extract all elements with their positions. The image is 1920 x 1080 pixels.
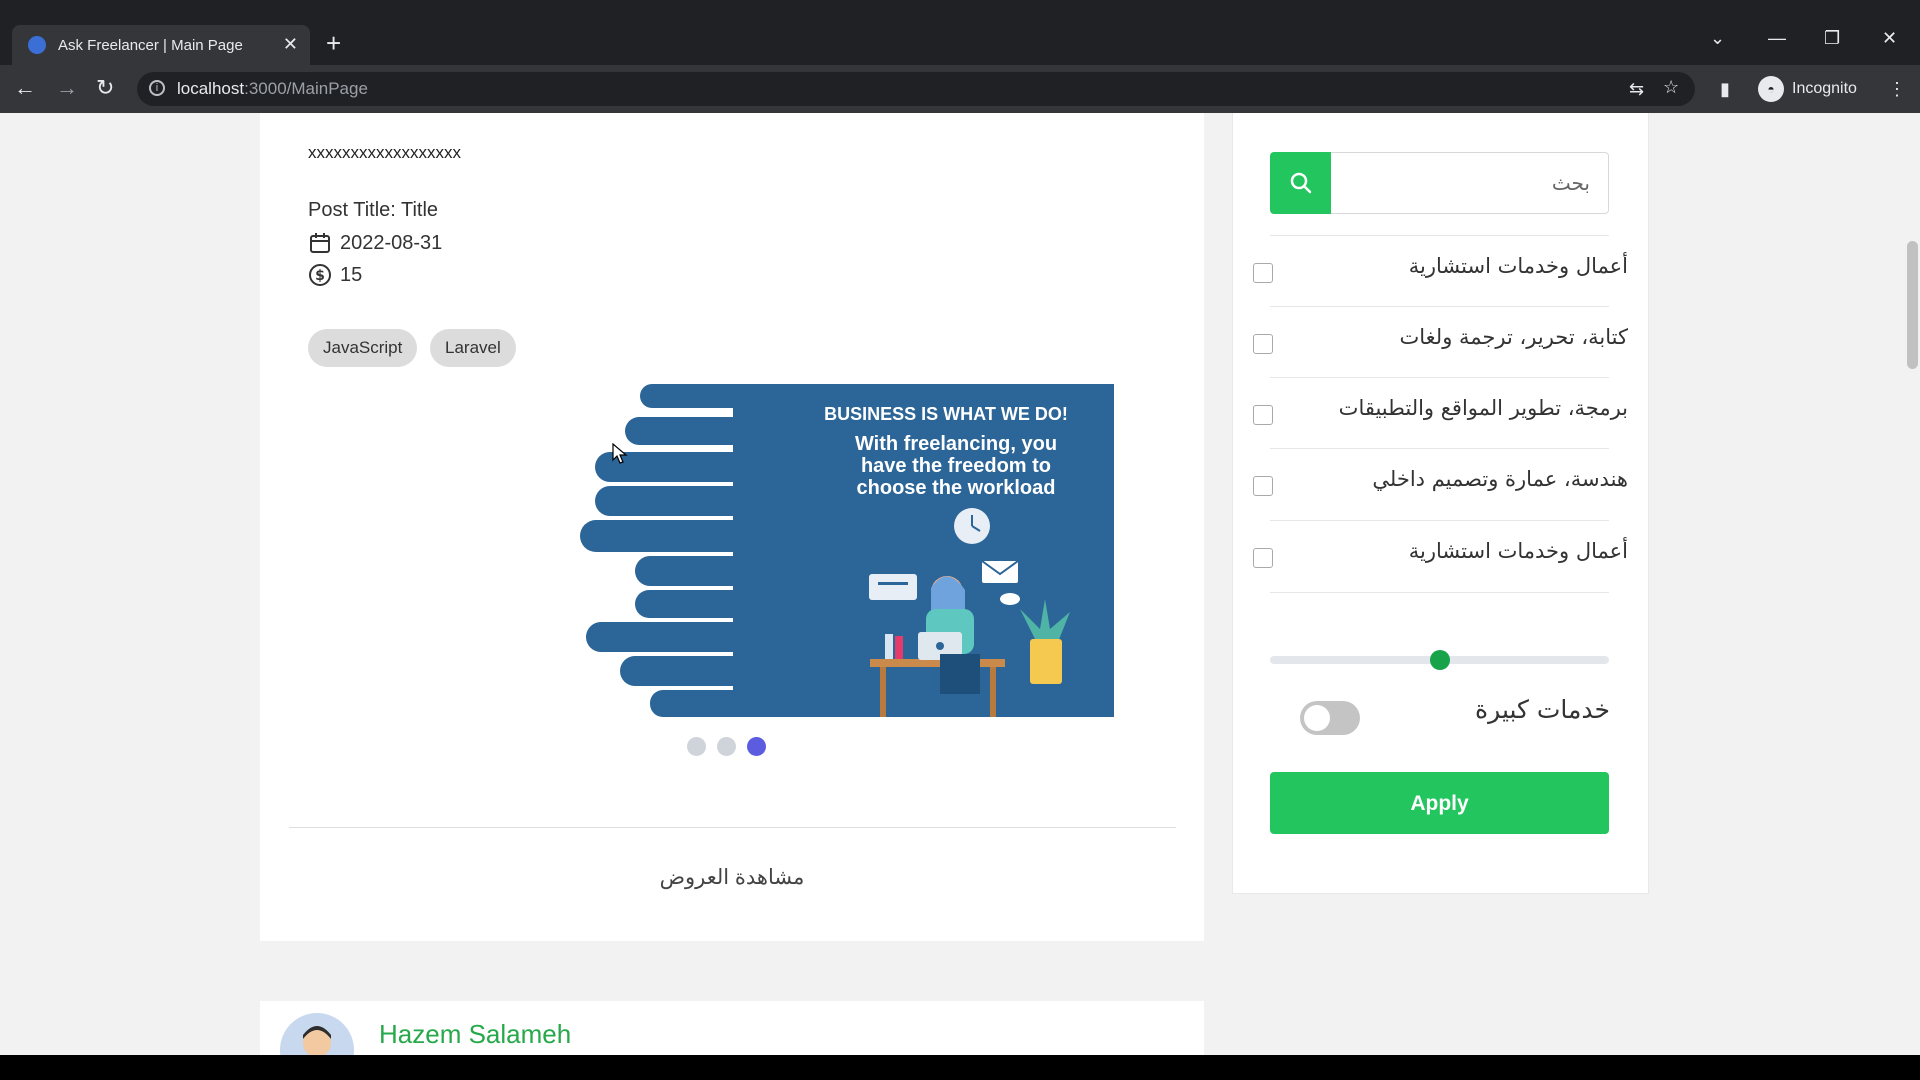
card-divider: [289, 827, 1176, 828]
big-services-toggle[interactable]: [1300, 701, 1360, 735]
translate-icon[interactable]: ⇆: [1629, 79, 1644, 100]
site-info-icon[interactable]: i: [149, 80, 165, 96]
big-services-label: خدمات كبيرة: [1475, 695, 1610, 724]
window-close-icon[interactable]: ✕: [1882, 28, 1897, 49]
category-label: هندسة، عمارة وتصميم داخلي: [1372, 467, 1628, 491]
side-panel-icon[interactable]: ▮: [1720, 79, 1730, 100]
tag-chip-javascript[interactable]: JavaScript: [308, 329, 418, 367]
category-item[interactable]: هندسة، عمارة وتصميم داخلي: [1253, 448, 1628, 520]
carousel-dot-3[interactable]: [747, 737, 766, 756]
post-date: 2022-08-31: [340, 231, 443, 254]
banner-line-3: choose the workload: [857, 477, 1056, 499]
category-label: برمجة، تطوير المواقع والتطبيقات: [1338, 396, 1628, 420]
address-bar[interactable]: i localhost:3000/MainPage ⇆ ☆: [137, 72, 1695, 106]
url-path: :3000/MainPage: [244, 79, 368, 98]
slider-handle[interactable]: [1429, 650, 1450, 670]
post-banner-image: BUSINESS IS WHAT WE DO! With freelancing…: [580, 384, 1114, 717]
filter-sidebar: أعمال وخدمات استشارية كتابة، تحرير، ترجم…: [1232, 113, 1649, 894]
url-text: localhost:3000/MainPage: [177, 79, 368, 99]
page-viewport: xxxxxxxxxxxxxxxxxx Post Title: Title 202…: [0, 113, 1920, 1055]
category-checkbox[interactable]: [1253, 405, 1273, 425]
post-price-row: $ 15: [308, 263, 362, 287]
category-list-end: [1270, 592, 1609, 593]
toggle-knob: [1304, 705, 1330, 731]
search-box: [1270, 152, 1609, 214]
carousel-dot-1[interactable]: [687, 737, 706, 756]
post-title: Post Title: Title: [308, 199, 439, 221]
view-offers-link[interactable]: مشاهدة العروض: [260, 865, 1204, 890]
next-post-card: Hazem Salameh: [260, 1001, 1204, 1055]
page-scrollbar-thumb[interactable]: [1907, 241, 1918, 369]
screen-bottom-bar: [0, 1055, 1920, 1080]
new-tab-button[interactable]: +: [326, 30, 341, 56]
category-label: أعمال وخدمات استشارية: [1408, 539, 1628, 563]
carousel-dot-2[interactable]: [717, 737, 736, 756]
forward-icon[interactable]: →: [56, 77, 78, 99]
apply-button[interactable]: Apply: [1270, 772, 1609, 834]
search-icon: [1290, 172, 1311, 194]
post-date-row: 2022-08-31: [308, 231, 442, 255]
category-item[interactable]: كتابة، تحرير، ترجمة ولغات: [1253, 306, 1628, 378]
category-item[interactable]: برمجة، تطوير المواقع والتطبيقات: [1253, 377, 1628, 449]
incognito-icon: ◓: [1758, 76, 1784, 102]
bookmark-star-icon[interactable]: ☆: [1663, 77, 1679, 98]
browser-toolbar: ← → ↻ i localhost:3000/MainPage ⇆ ☆ ▮ ◓ …: [0, 65, 1920, 113]
search-button[interactable]: [1270, 152, 1331, 214]
category-item[interactable]: أعمال وخدمات استشارية: [1253, 520, 1628, 592]
dollar-coin-icon: $: [308, 263, 332, 287]
avatar[interactable]: [280, 1013, 354, 1055]
back-icon[interactable]: ←: [14, 77, 36, 99]
minimize-icon[interactable]: —: [1768, 28, 1786, 49]
browser-tab[interactable]: Ask Freelancer | Main Page ✕: [12, 25, 310, 65]
post-card: xxxxxxxxxxxxxxxxxx Post Title: Title 202…: [260, 113, 1204, 941]
browser-chrome: Ask Freelancer | Main Page ✕ + ⌄ — ❐ ✕ ←…: [0, 0, 1920, 113]
category-checkbox[interactable]: [1253, 263, 1273, 283]
mouse-cursor-icon: [612, 443, 628, 464]
post-description: xxxxxxxxxxxxxxxxxx: [308, 143, 461, 162]
post-price: 15: [340, 263, 363, 286]
tab-close-icon[interactable]: ✕: [283, 34, 298, 55]
category-label: كتابة، تحرير، ترجمة ولغات: [1399, 325, 1629, 349]
browser-menu-icon[interactable]: ⋮: [1888, 79, 1906, 100]
category-checkbox[interactable]: [1253, 476, 1273, 496]
budget-slider[interactable]: [1270, 650, 1609, 670]
calendar-icon: [308, 231, 332, 255]
tag-chip-laravel[interactable]: Laravel: [430, 329, 516, 367]
incognito-indicator[interactable]: ◓ Incognito: [1758, 72, 1857, 106]
category-checkbox[interactable]: [1253, 334, 1273, 354]
category-checkbox[interactable]: [1253, 548, 1273, 568]
incognito-label: Incognito: [1792, 80, 1857, 97]
search-input[interactable]: [1331, 152, 1609, 214]
banner-headline: BUSINESS IS WHAT WE DO!: [824, 404, 1068, 424]
category-item[interactable]: أعمال وخدمات استشارية: [1253, 235, 1628, 307]
tab-title: Ask Freelancer | Main Page: [58, 36, 243, 54]
tab-search-chevron-icon[interactable]: ⌄: [1710, 28, 1725, 49]
author-name[interactable]: Hazem Salameh: [379, 1019, 571, 1050]
site-favicon-icon: [28, 36, 46, 54]
svg-text:$: $: [315, 268, 325, 284]
banner-line-2: have the freedom to: [861, 455, 1051, 477]
reload-icon[interactable]: ↻: [96, 77, 114, 99]
url-host: localhost: [177, 79, 245, 98]
banner-line-1: With freelancing, you: [855, 433, 1057, 455]
chat-bubble-icon: [869, 574, 917, 600]
restore-icon[interactable]: ❐: [1824, 28, 1840, 49]
category-label: أعمال وخدمات استشارية: [1408, 254, 1628, 278]
